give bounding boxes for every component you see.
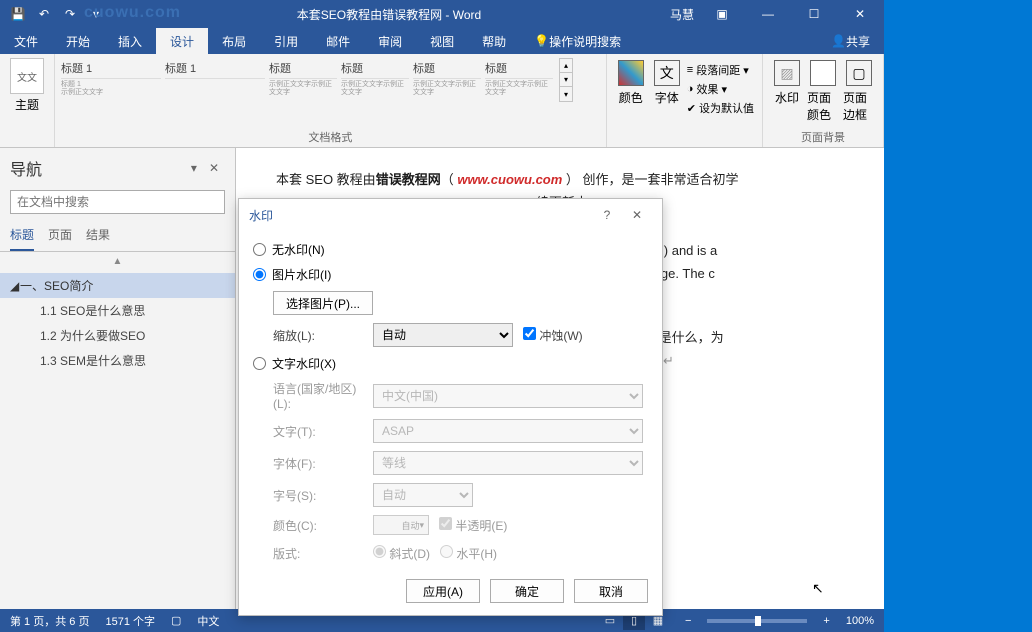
tab-layout[interactable]: 布局	[208, 28, 260, 54]
navigation-pane: 导航 ▾ ✕ 标题 页面 结果 ▲ ◢一、SEO简介 1.1 SEO是什么意思 …	[0, 148, 236, 609]
window-title: 本套SEO教程由错误教程网 - Word	[108, 6, 670, 23]
document-formatting-gallery[interactable]: 标题 1标题 1示例正文文字 标题 1 标题示例正文文字示例正文文字 标题示例正…	[61, 58, 573, 127]
nav-item[interactable]: 1.2 为什么要做SEO	[0, 323, 235, 348]
cancel-button[interactable]: 取消	[574, 579, 648, 603]
language-indicator[interactable]: 中文	[197, 613, 219, 629]
site-watermark: cuowu.com	[84, 4, 181, 22]
language-label: 语言(国家/地区)(L):	[273, 380, 363, 411]
nav-tab-headings[interactable]: 标题	[10, 226, 34, 251]
tab-home[interactable]: 开始	[52, 28, 104, 54]
scale-select[interactable]: 自动	[373, 323, 513, 347]
watermark-button[interactable]: ▨水印	[769, 58, 805, 127]
nav-close-icon[interactable]: ✕	[203, 161, 225, 175]
maximize-button[interactable]: ☐	[796, 0, 832, 28]
gallery-scroll[interactable]: ▴▾▾	[559, 58, 573, 102]
ribbon-options-icon[interactable]: ▣	[704, 0, 740, 28]
color-select: 自动 ▾	[373, 515, 429, 535]
text-watermark-radio[interactable]: 文字水印(X)	[253, 351, 648, 376]
tab-help[interactable]: 帮助	[468, 28, 520, 54]
apply-button[interactable]: 应用(A)	[406, 579, 480, 603]
washout-checkbox[interactable]: 冲蚀(W)	[523, 327, 613, 344]
nav-dropdown-icon[interactable]: ▾	[185, 161, 203, 175]
dialog-help-icon[interactable]: ?	[592, 208, 622, 222]
page-indicator[interactable]: 第 1 页，共 6 页	[10, 613, 89, 629]
zoom-slider[interactable]	[707, 619, 807, 623]
ok-button[interactable]: 确定	[490, 579, 564, 603]
dialog-title: 水印	[249, 207, 592, 224]
nav-item[interactable]: 1.3 SEM是什么意思	[0, 348, 235, 373]
tab-mailings[interactable]: 邮件	[312, 28, 364, 54]
text-label: 文字(T):	[273, 423, 363, 440]
user-name[interactable]: 马慧	[670, 6, 694, 23]
size-label: 字号(S):	[273, 487, 363, 504]
tab-design[interactable]: 设计	[156, 28, 208, 54]
themes-label: 主题	[15, 96, 39, 113]
colors-button[interactable]: 颜色	[613, 58, 649, 143]
diagonal-radio: 斜式(D)	[373, 545, 430, 562]
group-docfmt-label: 文档格式	[61, 127, 600, 147]
text-select: ASAP	[373, 419, 643, 443]
ribbon: 文文 主题 标题 1标题 1示例正文文字 标题 1 标题示例正文文字示例正文文字…	[0, 54, 884, 148]
nav-title: 导航	[10, 156, 185, 180]
undo-button[interactable]: ↶	[32, 2, 56, 26]
language-select: 中文(中国)	[373, 384, 643, 408]
redo-button[interactable]: ↷	[58, 2, 82, 26]
proofing-icon[interactable]: ▢	[171, 614, 181, 627]
nav-collapse-all[interactable]: ▲	[0, 252, 235, 271]
tab-insert[interactable]: 插入	[104, 28, 156, 54]
watermark-dialog: 水印 ? ✕ 无水印(N) 图片水印(I) 选择图片(P)... 缩放(L): …	[238, 198, 663, 616]
paragraph-spacing-button[interactable]: ≡ 段落间距 ▾	[687, 62, 754, 78]
page-color-button[interactable]: 页面颜色	[805, 58, 841, 127]
color-label: 颜色(C):	[273, 517, 363, 534]
tab-file[interactable]: 文件	[0, 28, 52, 54]
font-label: 字体(F):	[273, 455, 363, 472]
effects-button[interactable]: ◑ 效果 ▾	[687, 81, 754, 97]
tab-references[interactable]: 引用	[260, 28, 312, 54]
nav-item[interactable]: 1.1 SEO是什么意思	[0, 298, 235, 323]
zoom-in-button[interactable]: +	[823, 615, 829, 627]
zoom-level[interactable]: 100%	[846, 615, 874, 627]
font-select: 等线	[373, 451, 643, 475]
fonts-button[interactable]: 文字体	[649, 58, 685, 143]
ribbon-tabs: 文件 开始 插入 设计 布局 引用 邮件 审阅 视图 帮助 💡 操作说明搜索 👤…	[0, 28, 884, 54]
word-count[interactable]: 1571 个字	[105, 613, 155, 629]
scale-label: 缩放(L):	[273, 327, 363, 344]
minimize-button[interactable]: —	[750, 0, 786, 28]
tab-view[interactable]: 视图	[416, 28, 468, 54]
no-watermark-radio[interactable]: 无水印(N)	[253, 237, 648, 262]
close-button[interactable]: ✕	[842, 0, 878, 28]
save-button[interactable]: 💾	[6, 2, 30, 26]
horizontal-radio: 水平(H)	[440, 545, 497, 562]
nav-search-input[interactable]	[10, 190, 225, 214]
nav-item[interactable]: ◢一、SEO简介	[0, 273, 235, 298]
share-button[interactable]: 👤 共享	[817, 28, 884, 54]
picture-watermark-radio[interactable]: 图片水印(I)	[253, 262, 648, 287]
tab-review[interactable]: 审阅	[364, 28, 416, 54]
dialog-close-icon[interactable]: ✕	[622, 208, 652, 222]
title-bar: 💾 ↶ ↷ ▾ cuowu.com 本套SEO教程由错误教程网 - Word 马…	[0, 0, 884, 28]
size-select: 自动	[373, 483, 473, 507]
group-pagebg-label: 页面背景	[769, 127, 877, 147]
nav-tab-results[interactable]: 结果	[86, 226, 110, 251]
tab-tellme[interactable]: 💡 操作说明搜索	[520, 28, 635, 54]
zoom-out-button[interactable]: −	[685, 615, 691, 627]
page-borders-button[interactable]: ▢页面边框	[841, 58, 877, 127]
select-picture-button[interactable]: 选择图片(P)...	[273, 291, 373, 315]
layout-label: 版式:	[273, 545, 363, 562]
themes-button[interactable]: 文文 主题	[6, 58, 48, 143]
semitransparent-checkbox: 半透明(E)	[439, 517, 507, 534]
nav-tab-pages[interactable]: 页面	[48, 226, 72, 251]
set-default-button[interactable]: ✔ 设为默认值	[687, 100, 754, 116]
